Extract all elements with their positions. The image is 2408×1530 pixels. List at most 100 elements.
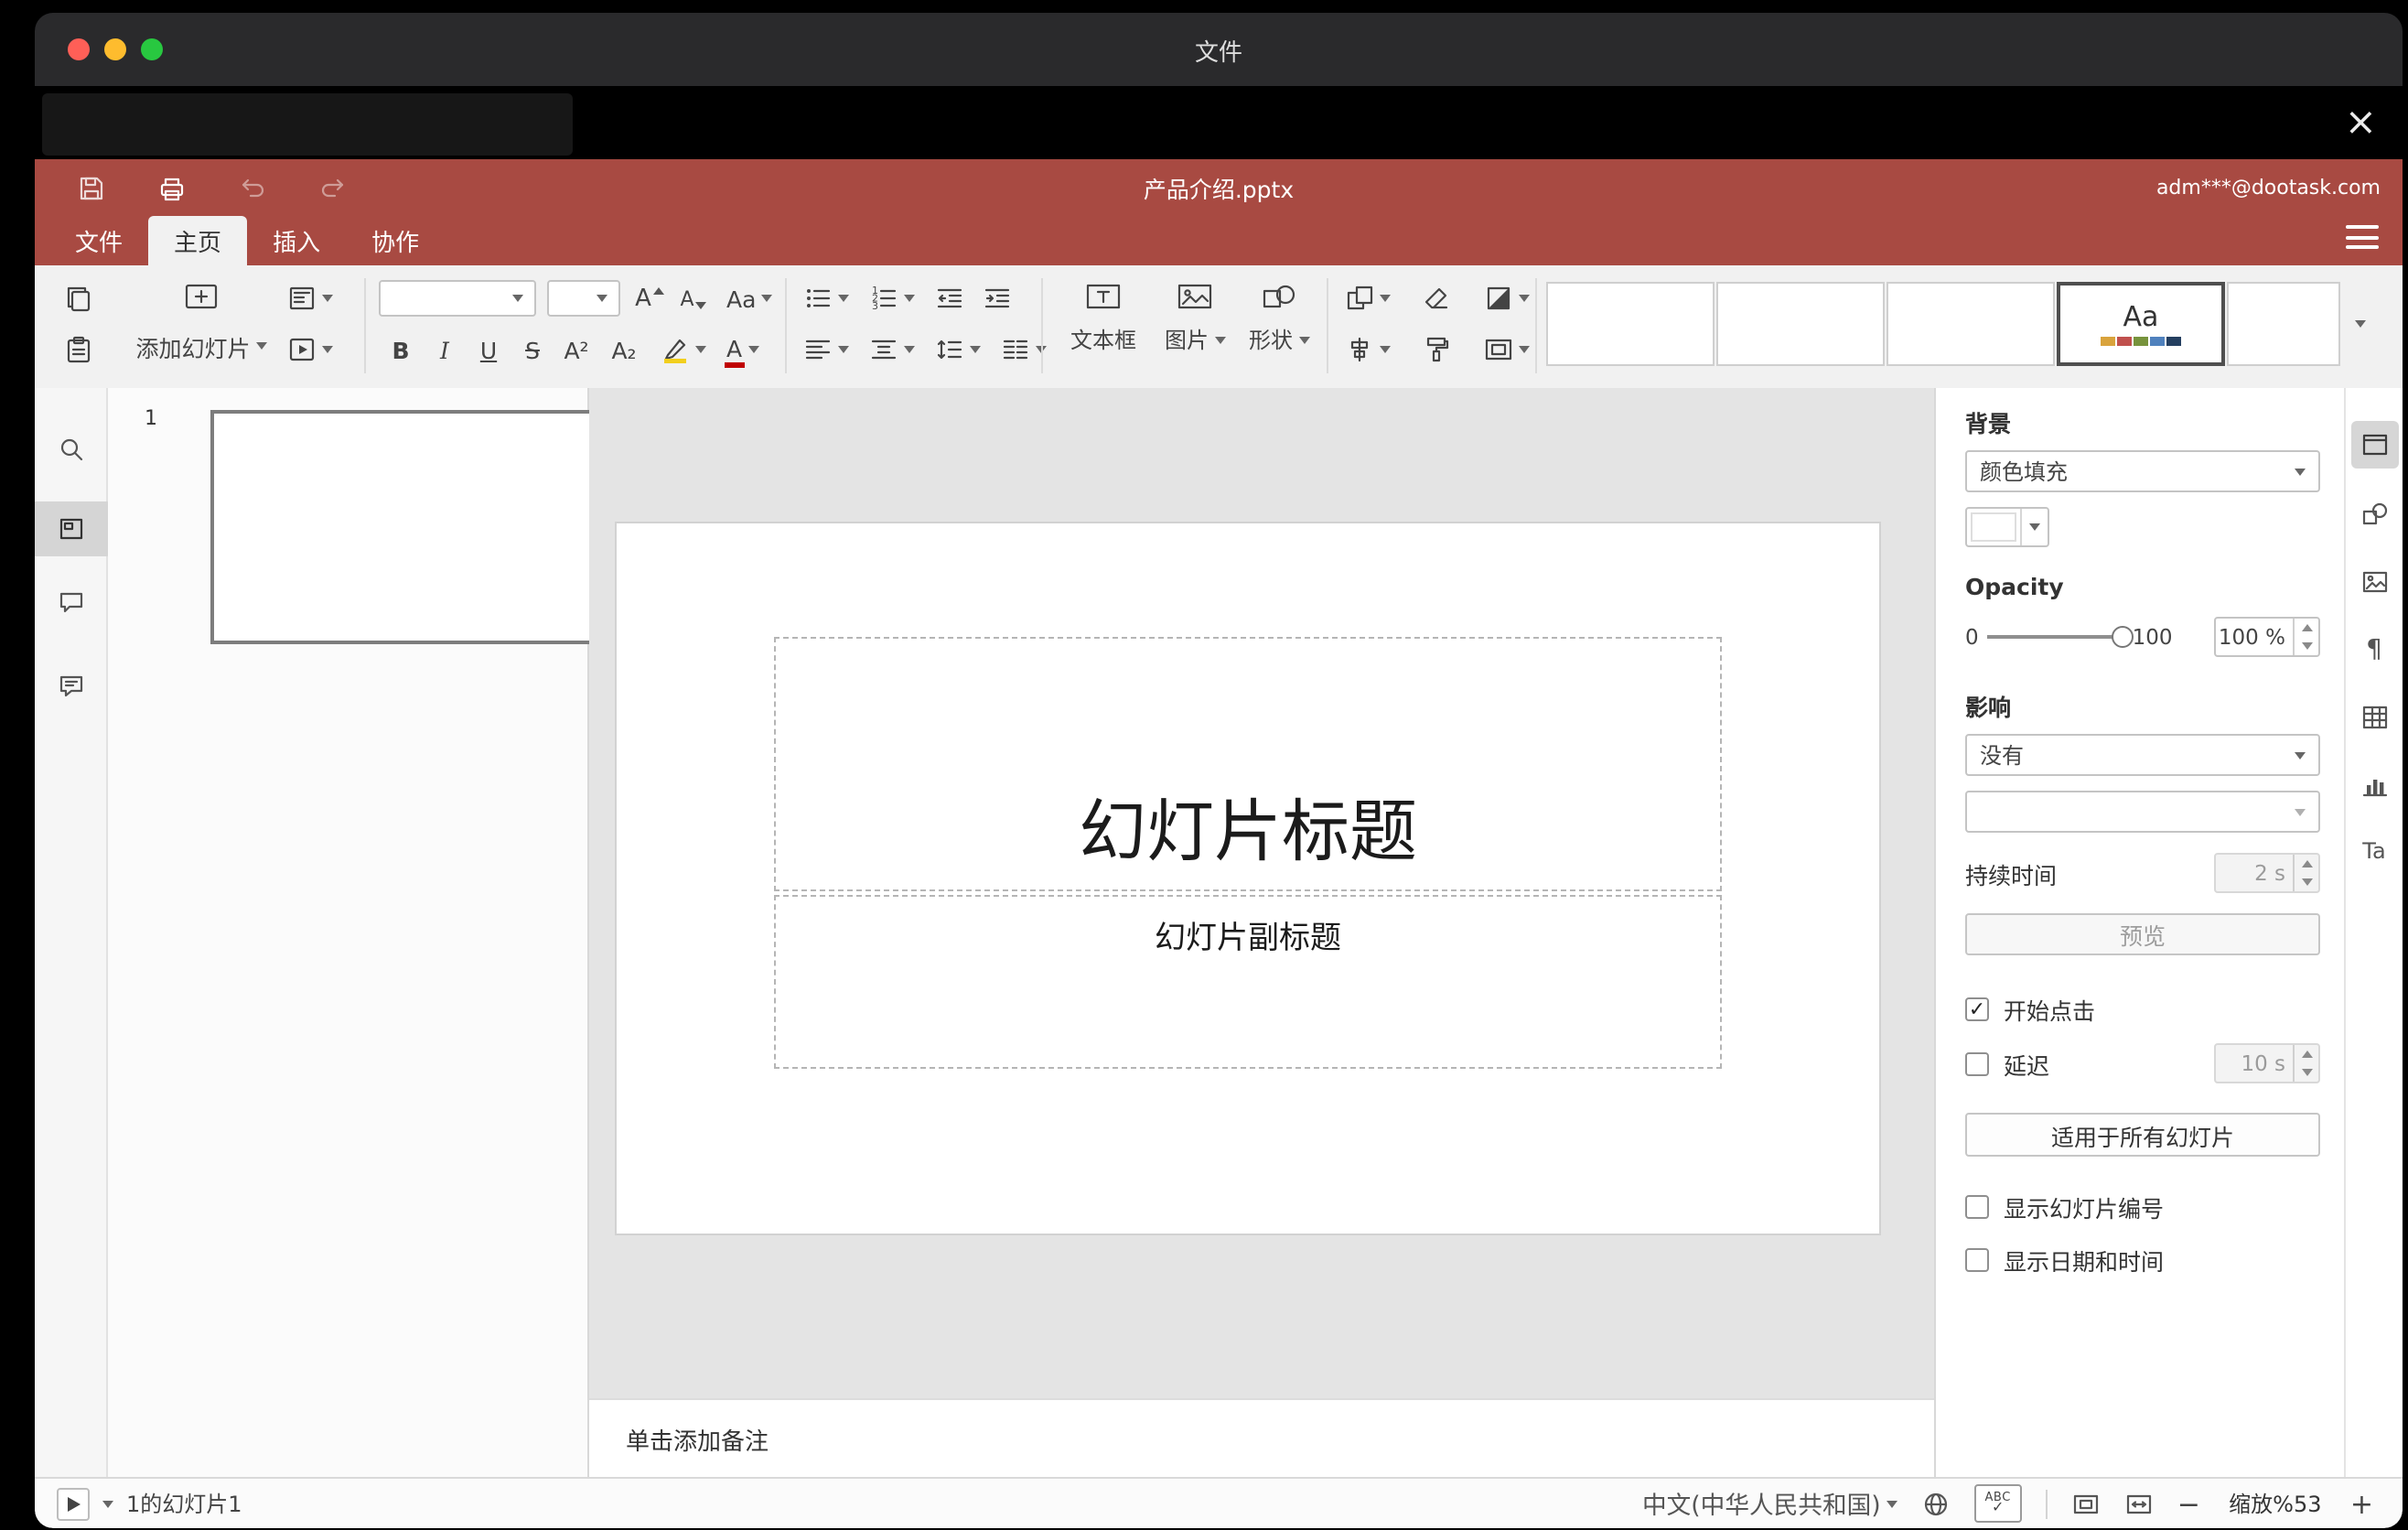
insert-image-button[interactable] bbox=[1173, 275, 1217, 318]
notes-area[interactable]: 单击添加备注 bbox=[589, 1398, 1934, 1477]
slide-settings-tab[interactable] bbox=[2350, 421, 2398, 469]
strikethrough-button[interactable]: S bbox=[514, 328, 551, 372]
effect-type-select[interactable] bbox=[1965, 791, 2320, 833]
bold-button[interactable]: B bbox=[382, 328, 419, 372]
slide-subtitle-placeholder[interactable]: 幻灯片副标题 bbox=[774, 895, 1722, 1069]
insert-shape-button[interactable] bbox=[1257, 275, 1301, 318]
theme-thumbnail[interactable] bbox=[2227, 282, 2340, 366]
slide-title-placeholder[interactable]: 幻灯片标题 bbox=[774, 637, 1722, 891]
redo-button[interactable] bbox=[313, 167, 353, 208]
chevron-down-icon[interactable] bbox=[102, 1500, 113, 1507]
theme-preview-text: Aa bbox=[2123, 299, 2159, 332]
align-shape-button[interactable] bbox=[1341, 328, 1394, 372]
effect-select[interactable]: 没有 bbox=[1965, 734, 2320, 776]
slide-canvas[interactable]: 幻灯片标题 幻灯片副标题 bbox=[589, 388, 1934, 1398]
decrease-indent-button[interactable] bbox=[931, 276, 968, 320]
image-settings-tab[interactable] bbox=[2360, 567, 2389, 597]
duration-spinner[interactable] bbox=[2293, 855, 2318, 891]
document-language-button[interactable] bbox=[1921, 1489, 1951, 1518]
increase-indent-button[interactable] bbox=[979, 276, 1016, 320]
horizontal-align-button[interactable] bbox=[800, 328, 853, 372]
subscript-button[interactable]: A₂ bbox=[606, 328, 642, 372]
tab-collaboration[interactable]: 协作 bbox=[346, 216, 445, 265]
duration-input[interactable]: 2 s bbox=[2214, 853, 2320, 893]
background-fill-select[interactable]: 颜色填充 bbox=[1965, 450, 2320, 492]
decrease-font-button[interactable]: A bbox=[675, 276, 712, 320]
start-preview-button[interactable] bbox=[57, 1487, 90, 1520]
preview-button[interactable]: 预览 bbox=[1965, 913, 2320, 955]
window-minimize-button[interactable] bbox=[104, 38, 126, 60]
shape-settings-tab[interactable] bbox=[2360, 500, 2389, 529]
shape-fill-button[interactable] bbox=[1480, 276, 1533, 320]
comments-button[interactable] bbox=[35, 582, 107, 622]
change-case-button[interactable]: Aa bbox=[723, 276, 776, 320]
zoom-level-label[interactable]: 缩放%53 bbox=[2224, 1488, 2327, 1519]
fit-width-button[interactable] bbox=[2124, 1489, 2154, 1518]
background-color-picker[interactable] bbox=[1965, 507, 2049, 547]
slides-panel-button[interactable] bbox=[35, 501, 107, 556]
copy-style-button[interactable] bbox=[1418, 328, 1455, 372]
theme-thumbnail[interactable] bbox=[1716, 282, 1885, 366]
font-size-select[interactable] bbox=[547, 280, 620, 317]
add-slide-menu-button[interactable]: 添加幻灯片 bbox=[132, 324, 270, 368]
underline-button[interactable]: U bbox=[470, 328, 507, 372]
vertical-align-button[interactable] bbox=[865, 328, 919, 372]
theme-gallery-expand-button[interactable] bbox=[2342, 282, 2379, 366]
table-settings-tab[interactable] bbox=[2360, 703, 2389, 732]
close-icon[interactable]: × bbox=[2345, 102, 2377, 142]
slide-thumbnail[interactable] bbox=[210, 410, 628, 644]
insert-textbox-button[interactable] bbox=[1081, 275, 1125, 318]
add-slide-button[interactable] bbox=[181, 275, 221, 318]
italic-button[interactable]: I bbox=[426, 328, 463, 372]
theme-thumbnail[interactable] bbox=[1546, 282, 1715, 366]
paste-button[interactable] bbox=[60, 328, 97, 372]
tab-home[interactable]: 主页 bbox=[148, 216, 248, 265]
theme-thumbnail-selected[interactable]: Aa bbox=[2057, 282, 2225, 366]
paragraph-settings-tab[interactable]: ¶ bbox=[2366, 635, 2382, 664]
window-close-button[interactable] bbox=[68, 38, 90, 60]
fit-slide-button[interactable] bbox=[2071, 1489, 2101, 1518]
opacity-slider-knob[interactable] bbox=[2112, 626, 2134, 648]
copy-button[interactable] bbox=[60, 276, 97, 320]
show-slide-number-checkbox[interactable] bbox=[1965, 1195, 1989, 1219]
font-color-button[interactable]: A bbox=[723, 328, 762, 372]
delay-spinner[interactable] bbox=[2293, 1045, 2318, 1082]
start-slideshow-button[interactable] bbox=[284, 328, 337, 372]
delay-input[interactable]: 10 s bbox=[2214, 1043, 2320, 1083]
slide-size-button[interactable] bbox=[1480, 328, 1533, 372]
chat-button[interactable] bbox=[35, 666, 107, 706]
delay-checkbox[interactable] bbox=[1965, 1051, 1989, 1075]
highlight-color-button[interactable] bbox=[657, 328, 710, 372]
apply-to-all-slides-button[interactable]: 适用于所有幻灯片 bbox=[1965, 1113, 2320, 1157]
search-button[interactable] bbox=[35, 430, 107, 470]
undo-button[interactable] bbox=[232, 167, 273, 208]
menu-hamburger-icon[interactable] bbox=[2346, 225, 2379, 249]
spellcheck-button[interactable]: ABC ✓ bbox=[1973, 1484, 2022, 1523]
print-button[interactable] bbox=[152, 167, 192, 208]
numbered-list-button[interactable]: 123 bbox=[865, 276, 919, 320]
chart-settings-tab[interactable] bbox=[2360, 770, 2389, 800]
line-spacing-button[interactable] bbox=[931, 328, 984, 372]
opacity-slider[interactable] bbox=[1987, 626, 2134, 648]
clear-style-button[interactable] bbox=[1418, 276, 1455, 320]
slide[interactable]: 幻灯片标题 幻灯片副标题 bbox=[617, 523, 1879, 1234]
tab-file[interactable]: 文件 bbox=[49, 216, 148, 265]
theme-thumbnail[interactable] bbox=[1887, 282, 2055, 366]
slide-layout-button[interactable] bbox=[284, 276, 337, 320]
bullet-list-button[interactable] bbox=[800, 276, 853, 320]
arrange-shape-button[interactable] bbox=[1341, 276, 1394, 320]
language-select[interactable]: 中文(中华人民共和国) bbox=[1642, 1486, 1897, 1521]
opacity-spinner[interactable] bbox=[2293, 619, 2318, 655]
zoom-out-button[interactable]: − bbox=[2177, 1487, 2200, 1520]
font-name-select[interactable] bbox=[379, 280, 536, 317]
increase-font-button[interactable]: A bbox=[631, 276, 668, 320]
zoom-in-button[interactable]: + bbox=[2350, 1487, 2373, 1520]
show-date-time-checkbox[interactable] bbox=[1965, 1248, 1989, 1272]
superscript-button[interactable]: A² bbox=[558, 328, 595, 372]
textart-settings-tab[interactable]: Ta bbox=[2362, 838, 2385, 864]
save-button[interactable] bbox=[71, 167, 112, 208]
window-zoom-button[interactable] bbox=[141, 38, 163, 60]
opacity-value-input[interactable]: 100 % bbox=[2214, 617, 2320, 657]
start-on-click-checkbox[interactable]: ✓ bbox=[1965, 997, 1989, 1021]
tab-insert[interactable]: 插入 bbox=[247, 216, 346, 265]
